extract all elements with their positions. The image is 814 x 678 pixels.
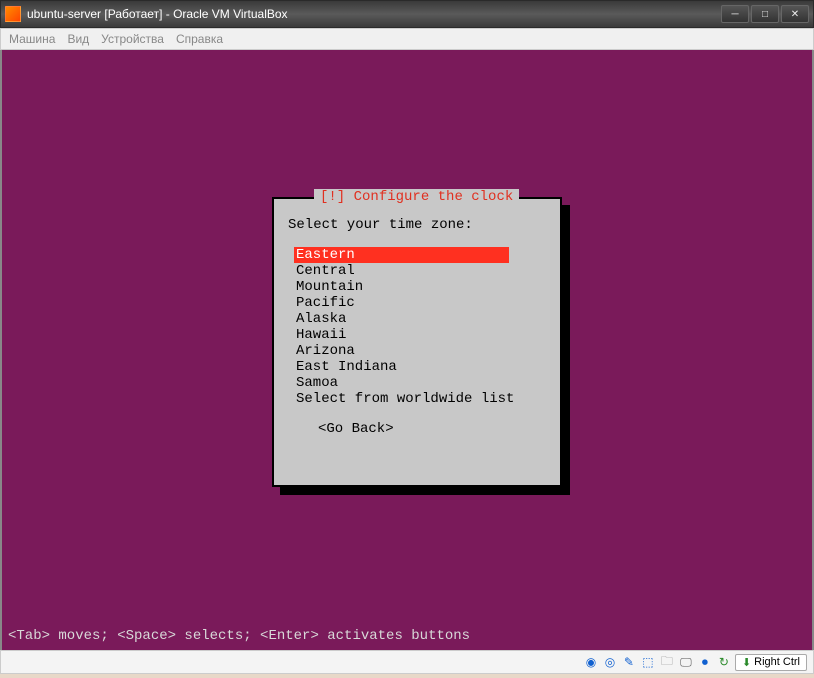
menu-view[interactable]: Вид <box>67 32 89 46</box>
dialog-title: [!] Configure the clock <box>314 189 519 205</box>
mouse-integration-icon[interactable]: ↻ <box>716 654 732 670</box>
maximize-button[interactable]: □ <box>751 5 779 23</box>
timezone-item-pacific[interactable]: Pacific <box>294 295 546 311</box>
dialog-body: Select your time zone: Eastern Central M… <box>274 199 560 447</box>
display-icon[interactable]: 🖵 <box>678 654 694 670</box>
timezone-item-alaska[interactable]: Alaska <box>294 311 546 327</box>
hard-disk-icon[interactable]: ◉ <box>583 654 599 670</box>
window-title: ubuntu-server [Работает] - Oracle VM Vir… <box>27 7 721 21</box>
dialog-prompt: Select your time zone: <box>288 217 546 233</box>
shared-folders-icon[interactable]: 🗀 <box>659 654 675 670</box>
usb-icon[interactable]: ✎ <box>621 654 637 670</box>
minimize-button[interactable]: ─ <box>721 5 749 23</box>
installer-screen: [!] Configure the clock Select your time… <box>2 50 812 650</box>
menubar: Машина Вид Устройства Справка <box>0 28 814 50</box>
virtualbox-icon <box>5 6 21 22</box>
dialog-title-prefix: [!] <box>320 189 345 205</box>
window-titlebar: ubuntu-server [Работает] - Oracle VM Vir… <box>0 0 814 28</box>
recording-icon[interactable]: ⏺ <box>697 654 713 670</box>
configure-clock-dialog: [!] Configure the clock Select your time… <box>272 197 562 487</box>
window-controls: ─ □ ✕ <box>721 5 809 23</box>
timezone-item-hawaii[interactable]: Hawaii <box>294 327 546 343</box>
optical-disk-icon[interactable]: ◎ <box>602 654 618 670</box>
host-key-label: Right Ctrl <box>754 656 800 668</box>
timezone-item-arizona[interactable]: Arizona <box>294 343 546 359</box>
timezone-item-eastern[interactable]: Eastern <box>294 247 509 263</box>
timezone-item-central[interactable]: Central <box>294 263 546 279</box>
menu-devices[interactable]: Устройства <box>101 32 164 46</box>
timezone-list: Eastern Central Mountain Pacific Alaska … <box>294 247 546 407</box>
close-button[interactable]: ✕ <box>781 5 809 23</box>
dialog-title-text: Configure the clock <box>354 189 514 205</box>
timezone-item-samoa[interactable]: Samoa <box>294 375 546 391</box>
menu-help[interactable]: Справка <box>176 32 223 46</box>
host-key-arrow-icon: ⬇ <box>742 656 751 669</box>
keyboard-hint: <Tab> moves; <Space> selects; <Enter> ac… <box>8 628 470 644</box>
menu-machine[interactable]: Машина <box>9 32 55 46</box>
timezone-item-mountain[interactable]: Mountain <box>294 279 546 295</box>
timezone-item-east-indiana[interactable]: East Indiana <box>294 359 546 375</box>
network-icon[interactable]: ⬚ <box>640 654 656 670</box>
go-back-button[interactable]: <Go Back> <box>288 421 546 437</box>
statusbar: ◉ ◎ ✎ ⬚ 🗀 🖵 ⏺ ↻ ⬇ Right Ctrl <box>0 650 814 674</box>
vm-display[interactable]: [!] Configure the clock Select your time… <box>0 50 814 650</box>
host-key-indicator[interactable]: ⬇ Right Ctrl <box>735 654 807 671</box>
timezone-item-worldwide[interactable]: Select from worldwide list <box>294 391 546 407</box>
